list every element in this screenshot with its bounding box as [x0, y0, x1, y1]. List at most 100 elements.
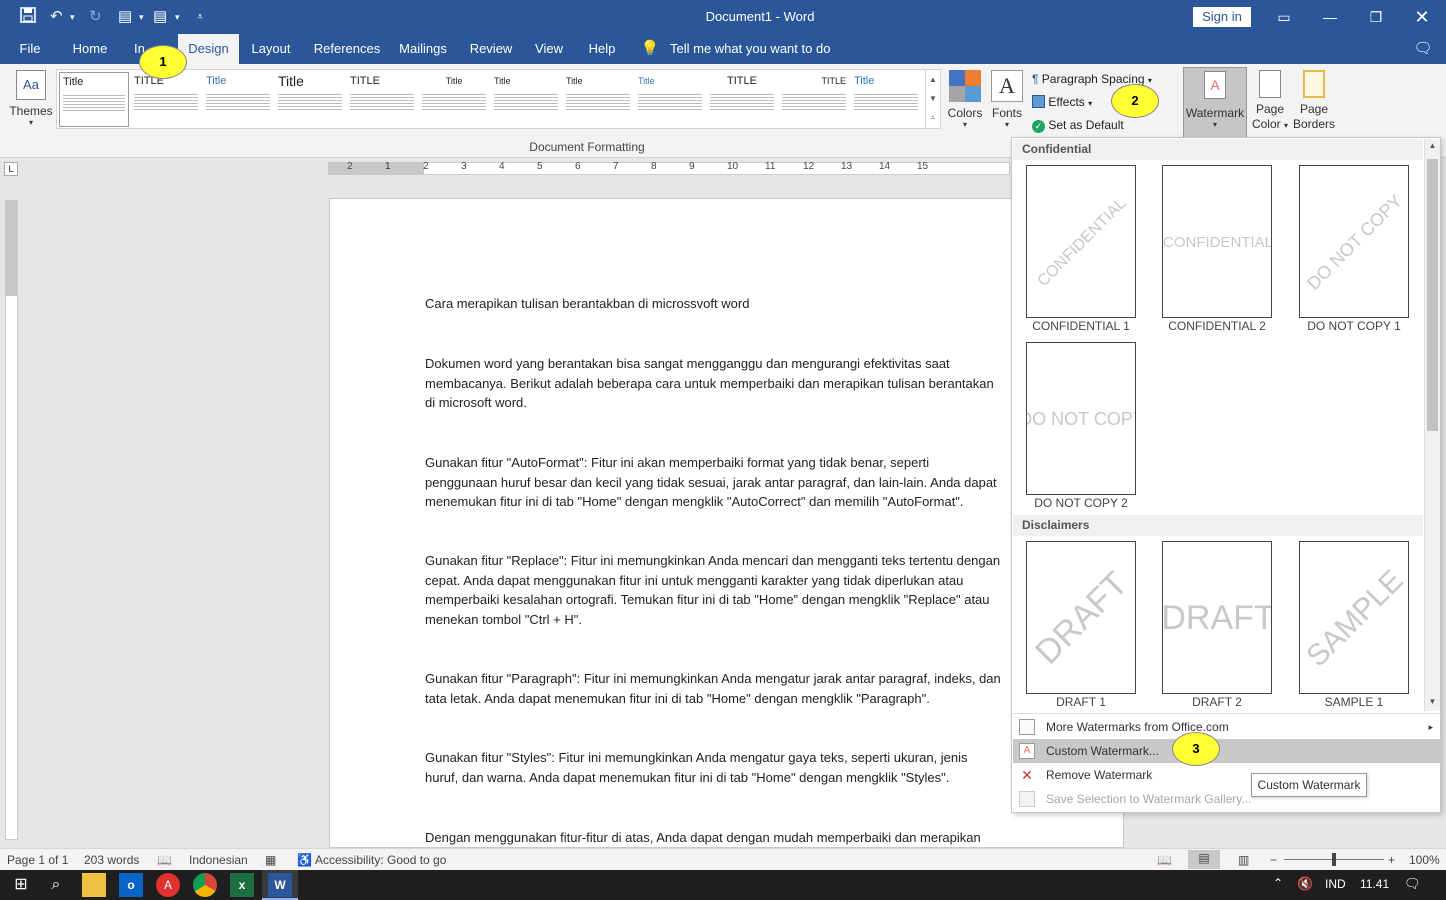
custom-watermark-menu-item[interactable]: A Custom Watermark... — [1013, 739, 1441, 763]
style-set-thumb[interactable]: TITLE — [347, 72, 417, 127]
web-layout-icon[interactable]: ▥ — [1238, 852, 1249, 868]
remove-watermark-menu-item[interactable]: ✕ Remove Watermark — [1013, 763, 1441, 787]
watermark-button[interactable]: A Watermark ▾ — [1183, 67, 1247, 139]
watermark-draft-2[interactable]: DRAFT — [1162, 541, 1272, 694]
style-set-thumb[interactable]: TITLE — [707, 72, 777, 127]
themes-button[interactable]: Aa Themes ▾ — [6, 68, 56, 138]
style-set-thumb[interactable]: Title — [203, 72, 273, 127]
tab-design[interactable]: Design — [178, 34, 239, 64]
watermark-confidential-1[interactable]: CONFIDENTIAL — [1026, 165, 1136, 318]
notification-icon[interactable]: 🗨 — [1404, 876, 1421, 892]
app-icon[interactable]: A — [156, 873, 180, 897]
watermark-do-not-copy-1[interactable]: DO NOT COPY — [1299, 165, 1409, 318]
document-paragraph[interactable]: Gunakan fitur "AutoFormat": Fitur ini ak… — [425, 453, 1065, 512]
close-icon[interactable]: ✕ — [1399, 0, 1445, 34]
outlook-icon[interactable]: o — [119, 873, 143, 897]
watermark-label: DO NOT COPY 2 — [1034, 496, 1128, 510]
tab-references[interactable]: References — [308, 34, 386, 64]
tab-layout[interactable]: Layout — [245, 34, 297, 64]
zoom-in-icon[interactable]: + — [1388, 852, 1395, 868]
undo-dropdown-icon[interactable]: ▾ — [70, 7, 75, 27]
dropdown-scrollbar[interactable]: ▲ ▼ — [1424, 139, 1440, 711]
tab-help[interactable]: Help — [580, 34, 624, 64]
chevron-up-icon[interactable]: ⌃ — [1273, 876, 1283, 890]
tab-review[interactable]: Review — [465, 34, 517, 64]
watermark-sample-1[interactable]: SAMPLE — [1299, 541, 1409, 694]
windows-start-icon[interactable]: ⊞ — [9, 873, 33, 897]
save-icon[interactable] — [20, 7, 36, 27]
document-paragraph[interactable]: Gunakan fitur "Replace": Fitur ini memun… — [425, 551, 1065, 629]
clock[interactable]: 11.41 — [1360, 877, 1389, 891]
horizontal-ruler[interactable]: L 2 1 1 2 3 4 5 6 7 8 9 10 11 12 13 14 15 — [0, 158, 1010, 178]
customize-qat-icon[interactable]: ⩡ — [197, 7, 203, 27]
style-set-thumb[interactable]: Title — [419, 72, 489, 127]
ruler-tick-label: 5 — [537, 161, 543, 172]
sign-in-button[interactable]: Sign in — [1193, 7, 1251, 27]
tab-file[interactable]: File — [10, 34, 50, 64]
accessibility-status[interactable]: Accessibility: Good to go — [315, 852, 446, 868]
style-set-thumb[interactable]: Title — [59, 72, 129, 127]
page-borders-button[interactable]: Page Borders — [1292, 67, 1336, 139]
paragraph-spacing-button[interactable]: ¶ Paragraph Spacing ▾ — [1032, 70, 1172, 88]
style-set-thumb[interactable]: TITLE — [131, 72, 201, 127]
style-set-thumb[interactable]: Title — [275, 72, 345, 127]
document-paragraph[interactable]: Dengan menggunakan fitur-fitur di atas, … — [425, 828, 1065, 847]
document-paragraph[interactable]: Dokumen word yang berantakan bisa sangat… — [425, 354, 1065, 413]
read-mode-icon[interactable]: 📖 — [1157, 852, 1172, 868]
ribbon-display-options-icon[interactable]: ▭ — [1261, 0, 1307, 34]
chrome-icon[interactable] — [193, 873, 217, 897]
word-count[interactable]: 203 words — [84, 852, 139, 868]
scroll-up-icon[interactable]: ▲ — [1427, 141, 1438, 153]
tab-home[interactable]: Home — [64, 34, 116, 64]
scroll-down-icon[interactable]: ▼ — [1427, 697, 1438, 709]
volume-icon[interactable]: 🔇 — [1297, 876, 1313, 892]
callout-marker: 2 — [1111, 84, 1159, 118]
comments-icon[interactable]: 🗨 — [1408, 34, 1438, 64]
minimize-icon[interactable]: — — [1307, 0, 1353, 34]
page-count[interactable]: Page 1 of 1 — [7, 852, 68, 868]
style-set-thumb[interactable]: Title — [635, 72, 705, 127]
language[interactable]: Indonesian — [189, 852, 248, 868]
tell-me-search[interactable]: Tell me what you want to do — [670, 34, 840, 64]
document-title-paragraph[interactable]: Cara merapikan tulisan berantakban di mi… — [425, 294, 1065, 314]
input-language[interactable]: IND — [1325, 877, 1346, 891]
zoom-out-icon[interactable]: − — [1270, 852, 1277, 868]
gallery-scroll[interactable]: ▲ ▼ ⩡ — [925, 70, 940, 128]
watermark-draft-1[interactable]: DRAFT — [1026, 541, 1136, 694]
style-set-thumb[interactable]: Title — [851, 72, 921, 127]
tab-selector-icon[interactable]: L — [4, 162, 18, 176]
document-paragraph[interactable]: Gunakan fitur "Paragraph": Fitur ini mem… — [425, 669, 1065, 708]
file-explorer-icon[interactable] — [82, 873, 106, 897]
undo-icon[interactable]: ↶ — [50, 7, 63, 27]
word-taskbar-active[interactable]: W — [262, 870, 298, 900]
paste-special-icon[interactable]: ▤ — [153, 7, 167, 27]
document-paragraph[interactable]: Gunakan fitur "Styles": Fitur ini memung… — [425, 748, 1065, 787]
set-as-default-button[interactable]: ✓ Set as Default — [1032, 116, 1152, 134]
style-set-thumb[interactable]: Title — [563, 72, 633, 127]
proofing-icon[interactable]: 📖 — [157, 852, 172, 868]
print-layout-icon[interactable]: ▤ — [1188, 850, 1220, 869]
style-set-thumb[interactable]: TITLE — [779, 72, 849, 127]
excel-icon[interactable]: x — [230, 873, 254, 897]
restore-icon[interactable]: ❐ — [1353, 0, 1399, 34]
page-color-button[interactable]: Page Color ▾ — [1248, 67, 1292, 139]
search-icon[interactable]: ⌕ — [44, 873, 68, 897]
zoom-level[interactable]: 100% — [1409, 852, 1440, 868]
fonts-button[interactable]: A Fonts ▾ — [988, 68, 1026, 138]
redo-icon[interactable]: ↻ — [89, 7, 102, 27]
zoom-slider-thumb[interactable] — [1332, 853, 1336, 866]
watermark-do-not-copy-2[interactable]: DO NOT COPY — [1026, 342, 1136, 495]
more-watermarks-menu-item[interactable]: More Watermarks from Office.com ▸ — [1013, 715, 1441, 739]
paste-dropdown-icon[interactable]: ▾ — [139, 7, 144, 27]
paste-special-dropdown-icon[interactable]: ▾ — [175, 7, 180, 27]
style-set-thumb[interactable]: Title — [491, 72, 561, 127]
vertical-ruler[interactable] — [0, 180, 22, 848]
watermark-confidential-2[interactable]: CONFIDENTIAL — [1162, 165, 1272, 318]
colors-button[interactable]: Colors ▾ — [945, 68, 985, 138]
scroll-thumb[interactable] — [1427, 159, 1438, 431]
paste-icon[interactable]: ▤ — [118, 7, 132, 27]
tab-view[interactable]: View — [528, 34, 570, 64]
tab-mailings[interactable]: Mailings — [392, 34, 454, 64]
document-page[interactable]: Cara merapikan tulisan berantakban di mi… — [329, 198, 1124, 848]
macro-icon[interactable]: ▦ — [265, 852, 276, 868]
